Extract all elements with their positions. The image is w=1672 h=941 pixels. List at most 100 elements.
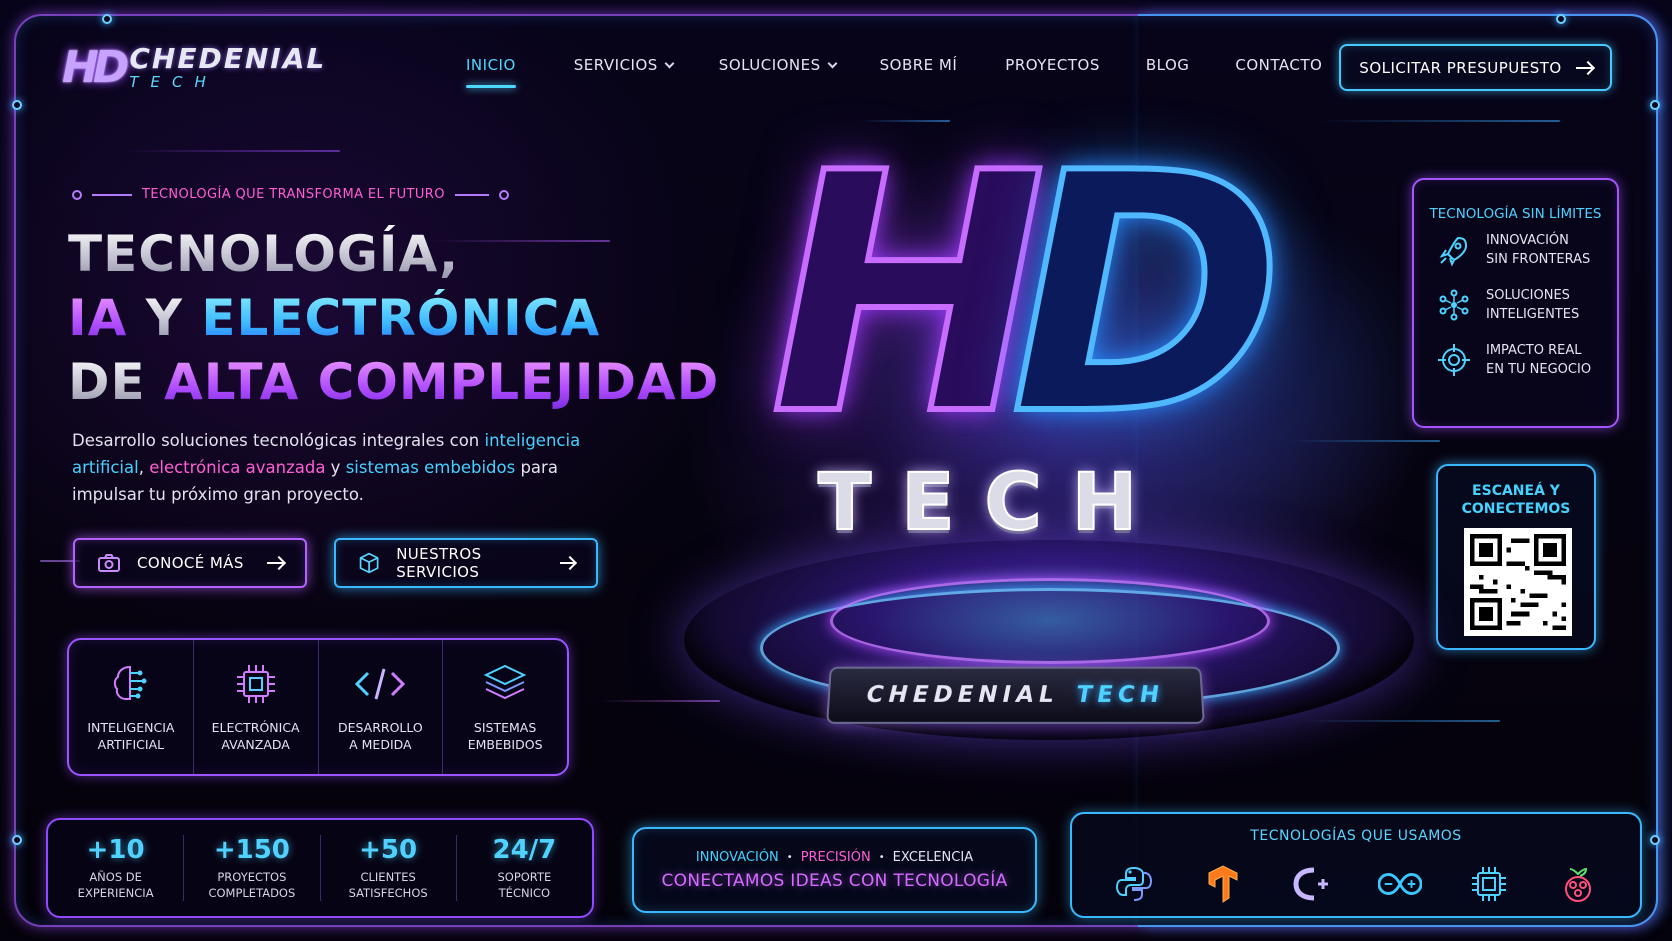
target-icon xyxy=(1438,343,1470,376)
nav-item-blog[interactable]: BLOG xyxy=(1146,56,1190,74)
desc-highlight: avanzada xyxy=(245,458,326,477)
headline-electronica: ELECTRÓNICA xyxy=(201,289,601,347)
cplusplus-icon xyxy=(1290,862,1334,906)
nav-label: SOLUCIONES xyxy=(718,56,821,74)
hero-nameplate: CHEDENIAL TECH xyxy=(826,666,1205,724)
tagline-dot-icon xyxy=(72,189,82,200)
frame-node xyxy=(1650,835,1660,845)
nav-item-sobre-mi[interactable]: SOBRE MÍ xyxy=(880,56,958,74)
features-panel: TECNOLOGÍA SIN LÍMITES INNOVACIÓN SIN FR… xyxy=(1412,178,1619,428)
tagline-text: TECNOLOGÍA QUE TRANSFORMA EL FUTURO xyxy=(142,187,445,202)
stat-label: PROYECTOS COMPLETADOS xyxy=(208,870,296,900)
qr-title: ESCANEÁ Y CONECTEMOS xyxy=(1461,483,1571,517)
logo-name: CHEDENIAL xyxy=(129,42,327,75)
nameplate-tech: TECH xyxy=(1076,682,1165,708)
frame-node xyxy=(1556,14,1566,24)
service-card-embedded[interactable]: SISTEMAS EMBEBIDOS xyxy=(443,640,567,774)
value-excellence: EXCELENCIA xyxy=(892,849,974,865)
nav-label: SERVICIOS xyxy=(573,56,658,74)
nav-item-inicio[interactable]: INICIO xyxy=(466,56,516,88)
qr-panel[interactable]: ESCANEÁ Y CONECTEMOS xyxy=(1436,464,1596,650)
network-icon xyxy=(1439,289,1469,320)
stat-value: +50 xyxy=(359,835,418,865)
services-panel: INTELIGENCIA ARTIFICIAL ELECTRÓNICA AVAN… xyxy=(67,638,569,776)
stat-projects: +150 PROYECTOS COMPLETADOS xyxy=(184,835,321,901)
service-label: ELECTRÓNICA AVANZADA xyxy=(211,720,300,752)
desc-highlight: electrónica xyxy=(149,458,241,477)
raspberry-pi-icon xyxy=(1556,862,1600,906)
feature-innovation: INNOVACIÓN SIN FRONTERAS xyxy=(1436,222,1617,277)
stat-value: +150 xyxy=(213,835,290,865)
stats-panel: +10 AÑOS DE EXPERIENCIA +150 PROYECTOS C… xyxy=(46,818,594,918)
nav-label: INICIO xyxy=(466,56,516,74)
service-label: INTELIGENCIA ARTIFICIAL xyxy=(87,720,175,752)
main-nav: INICIO SERVICIOS SOLUCIONES SOBRE MÍ PRO… xyxy=(466,56,1322,88)
stat-experience: +10 AÑOS DE EXPERIENCIA xyxy=(48,835,185,901)
feature-label: IMPACTO REAL EN TU NEGOCIO xyxy=(1486,342,1592,377)
stat-label: AÑOS DE EXPERIENCIA xyxy=(77,870,154,900)
frame-node xyxy=(1650,100,1660,110)
nav-label: PROYECTOS xyxy=(1005,56,1100,74)
desc-text: Desarrollo soluciones tecnológicas integ… xyxy=(72,431,485,450)
learn-more-label: CONOCÉ MÁS xyxy=(137,554,244,572)
separator-dot: • xyxy=(786,851,793,863)
stat-support: 24/7 SOPORTE TÉCNICO xyxy=(457,835,592,901)
service-label: SISTEMAS EMBEBIDOS xyxy=(467,720,543,752)
tagline-dot-icon xyxy=(498,189,509,200)
service-card-ai[interactable]: INTELIGENCIA ARTIFICIAL xyxy=(69,640,194,774)
headline-alta-complejidad: ALTA COMPLEJIDAD xyxy=(164,353,720,411)
logo-wordmark: CHEDENIAL TECH xyxy=(129,45,326,90)
camera-icon xyxy=(98,554,120,572)
hero-description: Desarrollo soluciones tecnológicas integ… xyxy=(72,427,582,508)
arduino-icon xyxy=(1378,862,1423,906)
stat-label: CLIENTES SATISFECHOS xyxy=(348,870,428,900)
nav-item-contacto[interactable]: CONTACTO xyxy=(1235,56,1322,74)
service-card-electronics[interactable]: ELECTRÓNICA AVANZADA xyxy=(194,640,319,774)
logo-mark: HD xyxy=(62,42,129,93)
code-icon xyxy=(355,668,406,700)
stat-value: 24/7 xyxy=(492,835,557,865)
qr-code-graphic xyxy=(1470,534,1566,630)
nav-item-soluciones[interactable]: SOLUCIONES xyxy=(718,56,838,74)
banner-slogan: CONECTAMOS IDEAS CON TECNOLOGÍA xyxy=(661,870,1008,891)
our-services-button[interactable]: NUESTROS SERVICIOS xyxy=(334,538,598,588)
hero-d-letter: D xyxy=(1007,103,1287,487)
hero-hd-mark: HD xyxy=(767,127,1287,463)
stat-clients: +50 CLIENTES SATISFECHOS xyxy=(321,835,457,901)
value-innovation: INNOVACIÓN xyxy=(695,849,779,865)
hero-tagline: TECNOLOGÍA QUE TRANSFORMA EL FUTURO xyxy=(72,187,509,202)
tagline-line xyxy=(92,193,132,196)
brand-logo[interactable]: HD CHEDENIAL TECH xyxy=(62,42,326,93)
qr-code[interactable] xyxy=(1464,528,1572,636)
feature-impact: IMPACTO REAL EN TU NEGOCIO xyxy=(1436,332,1617,387)
nav-item-servicios[interactable]: SERVICIOS xyxy=(573,56,675,74)
learn-more-button[interactable]: CONOCÉ MÁS xyxy=(73,538,307,588)
request-quote-label: SOLICITAR PRESUPUESTO xyxy=(1359,58,1562,77)
values-banner: INNOVACIÓN • PRECISIÓN • EXCELENCIA CONE… xyxy=(632,827,1037,913)
request-quote-button[interactable]: SOLICITAR PRESUPUESTO xyxy=(1339,44,1612,91)
nav-label: CONTACTO xyxy=(1235,56,1323,74)
frame-node xyxy=(102,14,112,24)
brain-circuit-icon xyxy=(113,665,147,700)
tagline-line xyxy=(454,193,489,196)
desc-highlight: sistemas embebidos xyxy=(345,458,516,477)
arrow-right-icon xyxy=(267,562,283,564)
rocket-icon xyxy=(1439,236,1468,267)
headline-line1: TECNOLOGÍA, xyxy=(68,225,460,283)
nav-label: SOBRE MÍ xyxy=(879,56,958,74)
stat-value: +10 xyxy=(86,835,145,865)
tensorflow-icon xyxy=(1201,862,1245,906)
desc-text: y xyxy=(325,458,346,477)
hero-tech-word: TECH xyxy=(817,457,1168,549)
service-card-development[interactable]: DESARROLLO A MEDIDA xyxy=(319,640,444,774)
feature-label: SOLUCIONES INTELIGENTES xyxy=(1486,287,1580,322)
feature-intelligent: SOLUCIONES INTELIGENTES xyxy=(1436,277,1617,332)
service-label: DESARROLLO A MEDIDA xyxy=(337,720,423,752)
desc-text: , xyxy=(138,458,150,477)
tech-stack-panel: TECNOLOGÍAS QUE USAMOS xyxy=(1070,812,1642,918)
cube-icon xyxy=(359,552,379,574)
nav-item-proyectos[interactable]: PROYECTOS xyxy=(1005,56,1100,74)
hero-h-letter: H xyxy=(767,103,1049,487)
layers-icon xyxy=(483,664,527,700)
logo-sub: TECH xyxy=(129,73,218,91)
